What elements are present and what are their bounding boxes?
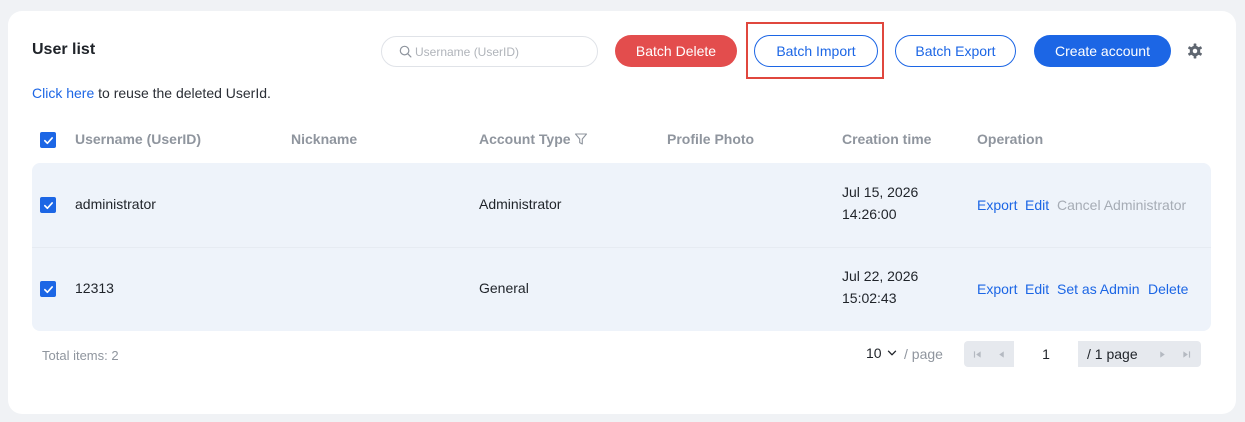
creation-clock: 15:02:43 [842,290,897,306]
check-icon [43,285,53,293]
cell-account-type: Administrator [479,196,562,212]
column-operation: Operation [977,131,1044,147]
cell-username: 12313 [75,280,114,296]
creation-clock: 14:26:00 [842,206,897,222]
page-number-input[interactable] [1014,341,1078,367]
set-as-admin-link[interactable]: Set as Admin [1057,281,1140,297]
row-checkbox[interactable] [40,281,56,297]
user-list-card: User list Batch Delete Batch Import Batc… [8,11,1236,414]
search-box[interactable] [381,36,598,67]
export-link[interactable]: Export [977,281,1017,297]
create-account-button[interactable]: Create account [1034,35,1171,67]
prev-page-button[interactable] [989,341,1013,367]
select-all-checkbox[interactable] [40,132,56,148]
column-account-type: Account Type [479,131,588,147]
prev-page-icon [998,350,1004,358]
check-icon [43,136,53,144]
filter-icon[interactable] [574,132,588,146]
next-page-icon [1159,350,1165,358]
search-icon [399,45,412,58]
first-page-button[interactable] [965,341,989,367]
last-page-button[interactable] [1174,341,1198,367]
cell-creation-time: Jul 22, 2026 15:02:43 [842,265,918,309]
pagination: / 1 page [964,341,1201,367]
check-icon [43,201,53,209]
batch-export-button[interactable]: Batch Export [895,35,1016,67]
last-page-icon [1182,350,1190,358]
column-username: Username (UserID) [75,131,202,147]
batch-import-button[interactable]: Batch Import [754,35,878,67]
cancel-administrator-link: Cancel Administrator [1057,197,1187,213]
column-account-type-label: Account Type [479,131,571,147]
row-checkbox[interactable] [40,197,56,213]
edit-link[interactable]: Edit [1025,281,1049,297]
creation-date: Jul 22, 2026 [842,268,919,284]
table-row: 12313 General Jul 22, 2026 15:02:43 Expo… [32,247,1211,331]
total-items: Total items: 2 [42,348,119,363]
page-size-select[interactable]: 10 [866,345,898,361]
hint-text: to reuse the deleted UserId. [94,85,271,101]
per-page-label: / page [904,346,943,362]
export-link[interactable]: Export [977,197,1017,213]
page-size-value: 10 [866,345,882,361]
total-items-count: 2 [111,348,119,363]
column-profile-photo: Profile Photo [667,131,755,147]
table-row: administrator Administrator Jul 15, 2026… [32,163,1211,247]
next-page-button[interactable] [1150,341,1174,367]
edit-link[interactable]: Edit [1025,197,1049,213]
total-items-label: Total items: [42,348,108,363]
cell-account-type: General [479,280,529,296]
search-input[interactable] [415,44,585,59]
chevron-down-icon [887,350,896,356]
column-creation-time: Creation time [842,131,932,147]
page-title: User list [32,41,96,58]
gear-icon[interactable] [1186,42,1204,60]
cell-creation-time: Jul 15, 2026 14:26:00 [842,181,918,225]
click-here-link[interactable]: Click here [32,85,94,101]
batch-delete-button[interactable]: Batch Delete [615,35,737,67]
first-page-icon [973,350,981,358]
reuse-hint: Click here to reuse the deleted UserId. [32,85,271,101]
creation-date: Jul 15, 2026 [842,184,919,200]
total-pages-label: / 1 page [1087,346,1138,362]
cell-username: administrator [75,196,156,212]
delete-link[interactable]: Delete [1148,281,1188,297]
column-nickname: Nickname [291,131,358,147]
